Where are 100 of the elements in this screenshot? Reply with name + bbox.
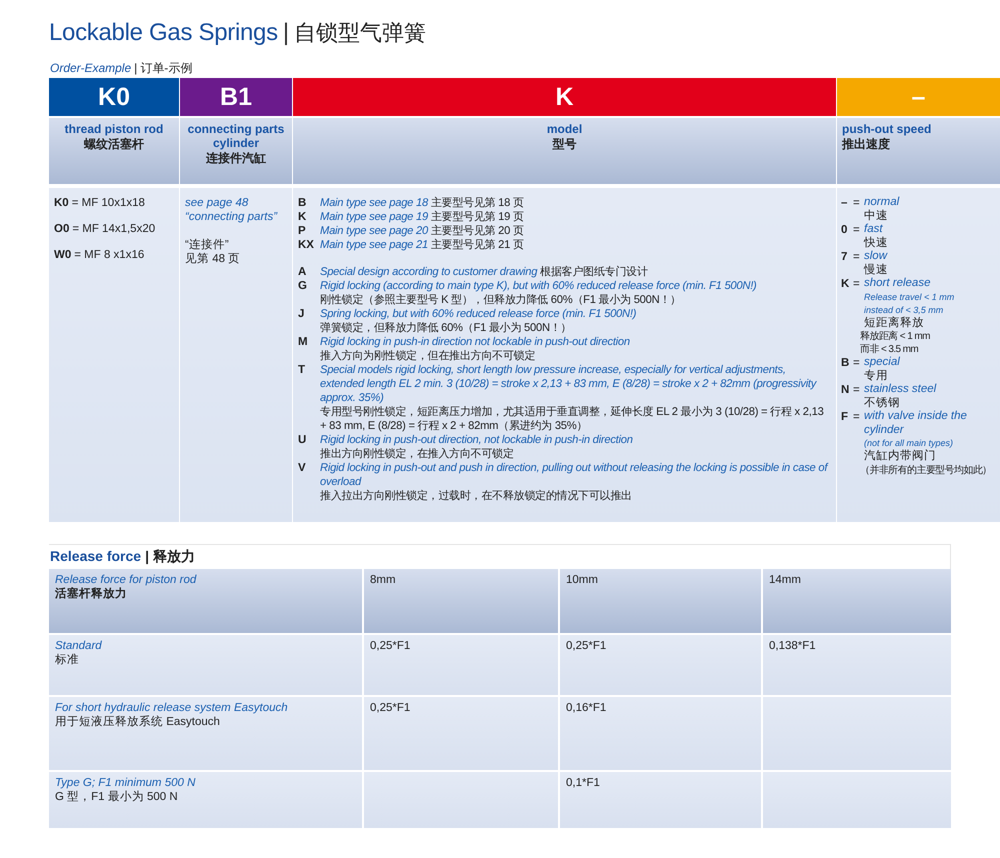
model-chinese: 推出方向刚性锁定，在推入方向不可锁定: [320, 447, 514, 461]
equals-sign: =: [853, 383, 861, 397]
speed-chinese: 不锈钢: [864, 396, 901, 410]
speed-code: B: [841, 356, 850, 370]
speed-code: 7: [841, 250, 848, 264]
speed-note-chinese: 而非 < 3.5 mm: [860, 343, 920, 356]
speed-code: K: [841, 277, 850, 291]
model-code: V: [298, 461, 307, 476]
heading-english: connecting parts cylinder: [186, 122, 286, 150]
model-description: Rigid locking (according to main type K), but with 60% reduced release force (min. F1 500N!): [320, 279, 758, 293]
section-title: Release force: [50, 548, 142, 564]
row-label-chinese: 用于短液压释放系统 Easytouch: [55, 715, 221, 729]
model-code: U: [298, 433, 308, 448]
model-chinese: 推入方向为刚性锁定，但在推出方向不可锁定: [320, 349, 536, 363]
column-label: 10mm: [566, 574, 598, 586]
heading-chinese: 螺纹活塞杆: [83, 136, 145, 153]
reference-text: “connecting parts”: [185, 210, 278, 224]
model-code: J: [298, 307, 306, 322]
speed-code: –: [841, 196, 848, 210]
model-description: Main type see page 18: [320, 197, 428, 209]
speed-description: short release: [864, 277, 932, 290]
heading-chinese: 型号: [552, 136, 578, 153]
reference-chinese: 见第 48 页: [185, 252, 242, 266]
model-code: A: [298, 265, 308, 279]
option-value: = MF 10x1x18: [72, 196, 145, 210]
model-chinese: 根据客户图纸专门设计: [540, 266, 648, 278]
speed-description: slow: [864, 250, 888, 264]
speed-note-chinese: （并非所有的主要型号均如此）: [860, 464, 993, 476]
speed-chinese: 慢速: [864, 264, 889, 277]
model-chinese: 主要型号见第 20 页: [430, 225, 524, 237]
row-label: Standard: [55, 639, 103, 653]
speed-note-chinese: 释放距离 < 1 mm: [860, 330, 931, 343]
equals-sign: =: [853, 356, 861, 370]
code-header: K0: [49, 78, 179, 116]
title-chinese: 自锁型气弹簧: [294, 19, 426, 47]
title-english: Lockable Gas Springs: [49, 19, 278, 47]
cell-value: 0,25*F1: [370, 640, 410, 652]
heading-english: push-out speed: [842, 122, 932, 136]
header-chinese: 活塞杆释放力: [55, 587, 128, 601]
speed-description: stainless steel: [864, 383, 938, 396]
row-label-chinese: 标准: [55, 653, 80, 667]
option-value: = MF 14x1,5x20: [72, 222, 156, 236]
speed-chinese: 中速: [864, 210, 889, 223]
cell-value: 0,25*F1: [566, 640, 606, 652]
model-chinese: 推入拉出方向刚性锁定，过载时，在不释放锁定的情况下可以推出: [320, 489, 633, 503]
row-label: Type G; F1 minimum 500 N: [55, 776, 196, 790]
speed-note: instead of < 3,5 mm: [864, 304, 944, 316]
row-label-chinese: G 型，F1 最小为 500 N: [55, 790, 179, 804]
model-code: KX: [298, 238, 315, 252]
model-description: Special models rigid locking, short length low pressure increase, especially for vertical adjustments, extended length EL 2 min. 3 (10/28) = stroke x 2,13 + 83 mm, E (8/28) = stroke x 2 + 82mm (progressivity approx. 35%): [320, 363, 818, 405]
cell-value: 0,138*F1: [769, 640, 816, 652]
reference-chinese: “连接件”: [185, 238, 230, 252]
speed-note: (not for all main types): [864, 437, 954, 449]
heading-english: thread piston rod: [64, 122, 164, 136]
model-code: M: [298, 335, 309, 350]
equals-sign: =: [853, 223, 861, 237]
header-text: Release force for piston rod: [55, 573, 198, 587]
speed-description: with valve inside the cylinder: [864, 410, 968, 437]
model-chinese: 刚性锁定（参照主要型号 K 型），但释放力降低 60%（F1 最小为 500N！）: [320, 293, 682, 307]
model-description: Special design according to customer drawing: [320, 266, 538, 278]
title-separator: |: [282, 19, 290, 47]
model-description: Main type see page 20: [320, 225, 428, 237]
model-code: G: [298, 279, 308, 294]
reference-text: see page 48: [185, 196, 250, 210]
model-description: Main type see page 19: [320, 211, 428, 223]
heading-chinese: 连接件汽缸: [205, 150, 267, 167]
equals-sign: =: [853, 250, 861, 264]
speed-code: 0: [841, 223, 848, 237]
row-label: For short hydraulic release system Easytouch: [55, 701, 289, 715]
model-chinese: 主要型号见第 18 页: [430, 197, 524, 209]
speed-code: F: [841, 410, 850, 424]
model-description: Rigid locking in push-in direction not lockable in push-out direction: [320, 335, 631, 349]
model-chinese: 主要型号见第 19 页: [430, 211, 524, 223]
section-title-separator: |: [145, 548, 149, 564]
speed-code: N: [841, 383, 850, 397]
speed-description: fast: [864, 223, 884, 236]
cell-value: 0,1*F1: [566, 777, 600, 789]
model-code: T: [298, 363, 306, 378]
cell-value: 0,25*F1: [370, 702, 410, 714]
model-chinese: 主要型号见第 21 页: [430, 239, 524, 251]
option-code: O0: [54, 222, 70, 236]
order-example-label: Order-Example: [50, 61, 132, 75]
speed-note: Release travel < 1 mm: [864, 290, 956, 304]
code-header: –: [837, 78, 1000, 116]
order-example-chinese: 订单-示例: [140, 60, 192, 77]
equals-sign: =: [853, 277, 861, 291]
heading-english: model: [546, 122, 584, 136]
model-code: K: [298, 210, 308, 224]
speed-description: normal: [864, 196, 900, 210]
option-code: K0: [54, 196, 69, 210]
option-value: = MF 8 x1x16: [74, 248, 144, 262]
code-header: K: [293, 78, 836, 116]
model-description: Main type see page 21: [320, 239, 428, 251]
model-chinese: 专用型号刚性锁定，短距离压力增加，尤其适用于垂直调整，延伸长度 EL 2 最小为 3 (10/28) = 行程 x 2,13 + 83 mm, E (8/28) = 行程 x 2 + 82mm（累进约为 35%）: [320, 405, 825, 433]
column-label: 14mm: [769, 574, 801, 586]
speed-chinese: 快速: [864, 236, 889, 250]
option-code: W0: [54, 248, 72, 262]
model-chinese: 弹簧锁定，但释放力降低 60%（F1 最小为 500N！）: [320, 321, 572, 335]
column-label: 8mm: [370, 574, 396, 586]
equals-sign: =: [853, 196, 861, 210]
